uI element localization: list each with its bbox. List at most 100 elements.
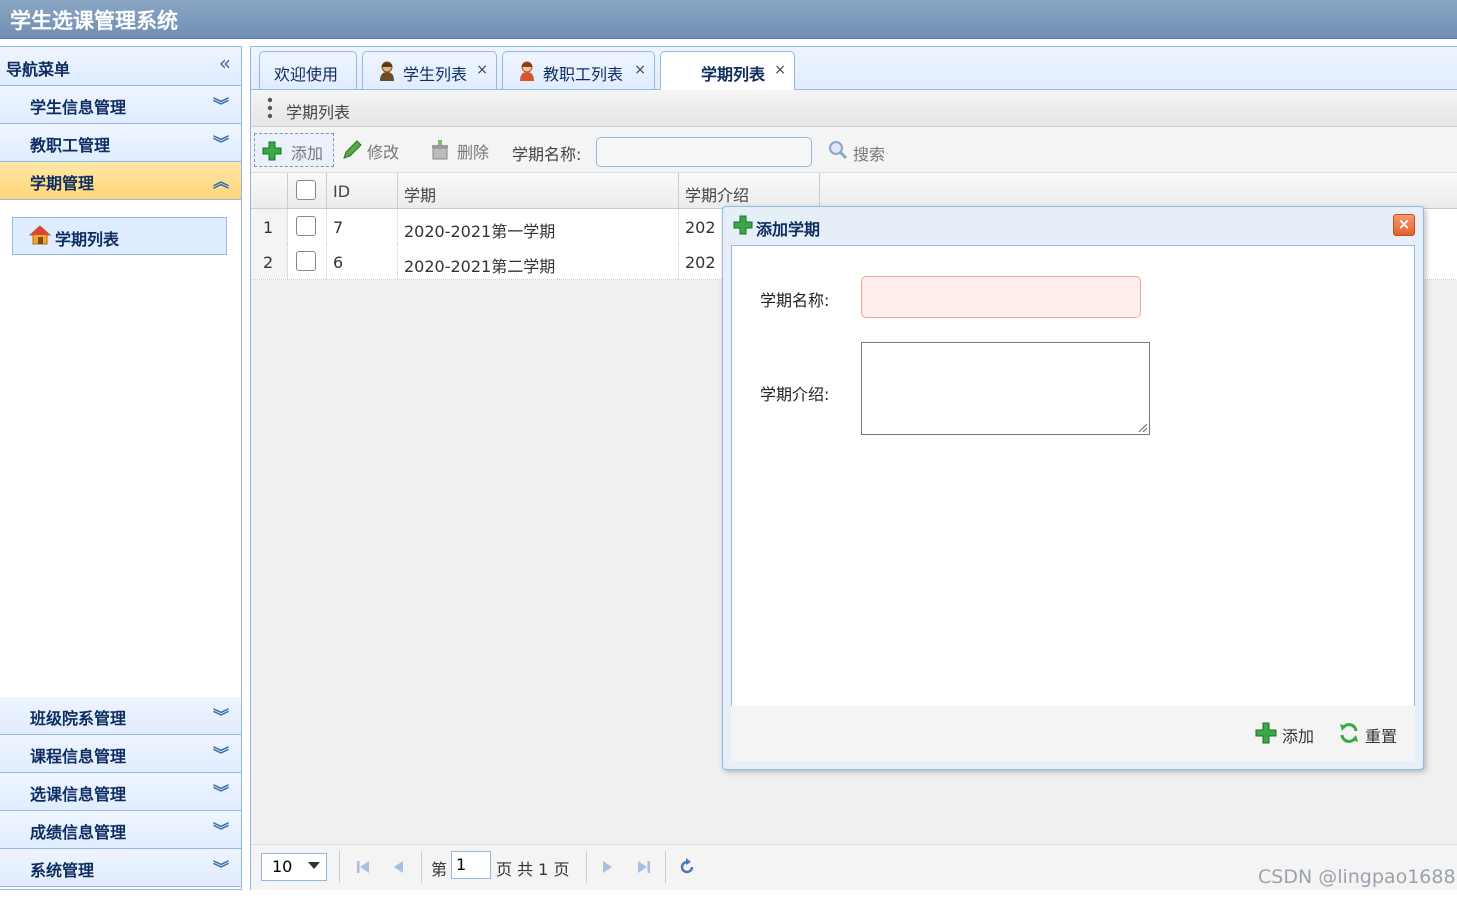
nav-panel: 导航菜单 « 学生信息管理 ︾ 教职工管理 ︾ 学期管理 ︽ 学期列表 班级院系… <box>0 46 242 890</box>
nav-child-term-list[interactable]: 学期列表 <box>12 217 227 255</box>
column-label: 学期 <box>404 186 437 205</box>
nav-item-label: 学生信息管理 <box>30 98 127 117</box>
dialog-title: 添加学期 <box>756 220 821 239</box>
term-name-label: 学期名称: <box>760 291 830 310</box>
next-page-icon[interactable] <box>597 857 617 877</box>
close-icon[interactable]: × <box>774 62 786 78</box>
watermark: CSDN @lingpao1688 <box>1258 866 1456 888</box>
chevron-down-icon: ︾ <box>212 859 229 878</box>
nav-item-label: 系统管理 <box>30 861 95 880</box>
page-count-label: 页 共 1 页 <box>496 860 570 879</box>
plus-icon <box>733 215 753 235</box>
row-checkbox[interactable] <box>296 216 316 236</box>
nav-child-label: 学期列表 <box>55 230 120 249</box>
nav-item-system[interactable]: 系统管理 ︾ <box>0 849 241 887</box>
row-checkbox-cell <box>288 244 327 279</box>
term-desc-label: 学期介绍: <box>760 385 830 404</box>
dialog-form: 学期名称: 学期介绍: <box>731 245 1415 707</box>
nav-item-label: 选课信息管理 <box>30 785 127 804</box>
plus-icon <box>262 141 282 161</box>
nav-term-children: 学期列表 <box>0 200 241 694</box>
chevron-down-icon: ︾ <box>212 707 229 726</box>
grid-header-rownum <box>251 173 288 208</box>
grid-header-term[interactable]: 学期 <box>398 173 679 208</box>
grid-header-id[interactable]: ID <box>327 173 398 208</box>
content-panel-header: 学期列表 <box>251 90 1457 127</box>
nav-item-course[interactable]: 课程信息管理 ︾ <box>0 735 241 773</box>
page-prefix-label: 第 <box>431 860 448 879</box>
term-name-input[interactable] <box>861 276 1141 318</box>
nav-item-label: 课程信息管理 <box>30 747 127 766</box>
nav-item-student-info[interactable]: 学生信息管理 ︾ <box>0 86 241 124</box>
grid-toolbar: 添加 修改 删除 学期名称: 搜索 <box>251 127 1457 173</box>
home-icon <box>29 225 51 245</box>
tab-staff-list[interactable]: 教职工列表 × <box>502 51 655 89</box>
search-icon <box>829 141 848 160</box>
column-label: 学期介绍 <box>685 186 750 205</box>
dialog-reset-button[interactable]: 重置 <box>1337 718 1401 748</box>
tab-label: 学期列表 <box>701 65 766 84</box>
refresh-icon[interactable] <box>677 857 697 877</box>
user-icon <box>520 61 534 81</box>
last-page-icon[interactable] <box>634 857 654 877</box>
cell-id: 6 <box>327 244 398 279</box>
column-label: ID <box>333 182 351 201</box>
close-icon[interactable]: × <box>1393 214 1415 236</box>
pager-separator <box>339 851 340 883</box>
close-icon[interactable]: × <box>476 62 488 78</box>
search-button-label: 搜索 <box>853 145 886 164</box>
nav-item-staff[interactable]: 教职工管理 ︾ <box>0 124 241 162</box>
select-all-checkbox[interactable] <box>296 180 316 200</box>
row-number: 2 <box>251 244 288 279</box>
nav-item-selection[interactable]: 选课信息管理 ︾ <box>0 773 241 811</box>
nav-item-term[interactable]: 学期管理 ︽ <box>0 162 241 200</box>
tab-welcome[interactable]: 欢迎使用 <box>259 51 357 89</box>
nav-item-class-dept[interactable]: 班级院系管理 ︾ <box>0 697 241 735</box>
page-number-input[interactable]: 1 <box>451 851 491 879</box>
add-button[interactable]: 添加 <box>254 133 334 167</box>
term-name-search-input[interactable] <box>596 137 812 167</box>
query-label: 学期名称: <box>512 145 582 164</box>
edit-button[interactable]: 修改 <box>335 133 407 165</box>
chevron-down-icon: ︾ <box>212 96 229 115</box>
resize-grip-icon[interactable] <box>1137 422 1147 432</box>
nav-item-label: 学期管理 <box>30 174 95 193</box>
dialog-header: 添加学期 × <box>723 207 1423 245</box>
term-desc-textarea[interactable] <box>861 342 1150 435</box>
dialog-add-button[interactable]: 添加 <box>1254 718 1318 748</box>
prev-page-icon[interactable] <box>389 857 409 877</box>
tab-term-list[interactable]: 学期列表 × <box>660 51 795 90</box>
tab-student-list[interactable]: 学生列表 × <box>362 51 497 89</box>
dialog-reset-label: 重置 <box>1365 727 1398 746</box>
tab-bar: 欢迎使用 学生列表 × 教职工列表 × 学期列表 × <box>251 47 1457 90</box>
pager-separator <box>586 851 587 883</box>
nav-header: 导航菜单 « <box>0 47 241 86</box>
grid-header-intro[interactable]: 学期介绍 <box>679 173 820 208</box>
nav-item-label: 班级院系管理 <box>30 709 127 728</box>
delete-button[interactable]: 删除 <box>423 133 495 165</box>
tab-label: 学生列表 <box>403 65 468 84</box>
chevron-down-icon: ︾ <box>212 821 229 840</box>
grid-header-checkbox-cell <box>288 173 327 208</box>
dialog-add-label: 添加 <box>1282 727 1315 746</box>
chevron-down-icon: ︾ <box>212 134 229 153</box>
row-checkbox[interactable] <box>296 251 316 271</box>
grid-header: ID 学期 学期介绍 <box>251 173 1457 209</box>
chevron-up-icon: ︽ <box>212 172 229 191</box>
pager-separator <box>421 851 422 883</box>
row-number: 1 <box>251 209 288 244</box>
delete-button-label: 删除 <box>457 143 490 162</box>
nav-item-label: 教职工管理 <box>30 136 111 155</box>
close-icon[interactable]: × <box>634 62 646 78</box>
first-page-icon[interactable] <box>353 857 373 877</box>
page-size-select[interactable]: 10 <box>261 853 327 881</box>
collapse-left-icon[interactable]: « <box>219 51 231 75</box>
nav-item-grades[interactable]: 成绩信息管理 ︾ <box>0 811 241 849</box>
tab-label: 欢迎使用 <box>274 65 339 84</box>
app-header: 学生选课管理系统 <box>0 0 1457 39</box>
app-title: 学生选课管理系统 <box>10 9 178 33</box>
pager-separator <box>665 851 666 883</box>
row-checkbox-cell <box>288 209 327 244</box>
search-button[interactable]: 搜索 <box>821 133 891 165</box>
pencil-icon <box>343 140 362 159</box>
